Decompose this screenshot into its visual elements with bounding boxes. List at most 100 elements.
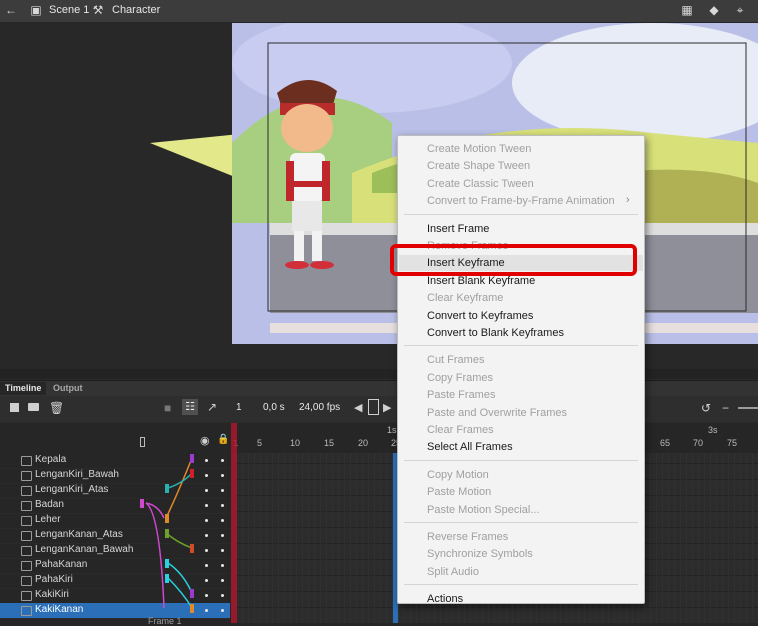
lock-toggle[interactable]	[221, 594, 224, 597]
delete-layer-icon[interactable]: 🗑	[49, 401, 64, 415]
visibility-toggle[interactable]	[205, 579, 208, 582]
loop-icon[interactable]: ↺	[701, 401, 711, 415]
visibility-toggle[interactable]	[205, 474, 208, 477]
next-frame-icon[interactable]: ▶	[383, 401, 391, 414]
layer-icon	[21, 516, 32, 526]
menu-item-paste-and-overwrite-frames: Paste and Overwrite Frames	[427, 406, 567, 419]
lock-icon[interactable]: 🔒	[217, 434, 229, 445]
layer-name: Kepala	[35, 454, 67, 465]
visibility-toggle[interactable]	[205, 549, 208, 552]
graph-icon[interactable]: ↗	[207, 400, 217, 414]
fill-icon[interactable]: ◆	[707, 3, 721, 17]
layer-name: Leher	[35, 514, 61, 525]
lock-toggle[interactable]	[221, 504, 224, 507]
new-folder-icon[interactable]	[28, 403, 39, 411]
menu-separator	[404, 522, 638, 523]
ruler-label: 70	[693, 438, 704, 448]
layer-icon	[21, 591, 32, 601]
eye-icon[interactable]: ◉	[200, 434, 210, 447]
layer-name: LenganKanan_Bawah	[35, 544, 134, 555]
menu-item-synchronize-symbols: Synchronize Symbols	[427, 548, 533, 561]
breadcrumb-symbol[interactable]: Character	[112, 4, 160, 16]
lock-toggle[interactable]	[221, 564, 224, 567]
visibility-toggle[interactable]	[205, 519, 208, 522]
layer-icon	[21, 561, 32, 571]
menu-separator	[404, 584, 638, 586]
lock-toggle[interactable]	[221, 549, 224, 552]
play-icon[interactable]	[368, 399, 379, 415]
layer-icon	[21, 501, 32, 511]
menu-item-convert-to-blank-keyframes[interactable]: Convert to Blank Keyframes	[427, 326, 564, 340]
lock-toggle[interactable]	[221, 609, 224, 612]
visibility-toggle[interactable]	[205, 534, 208, 537]
menu-item-split-audio: Split Audio	[427, 565, 479, 578]
tab-output[interactable]: Output	[48, 382, 88, 395]
menu-item-paste-motion-special: Paste Motion Special...	[427, 503, 540, 516]
menu-item-select-all-frames[interactable]: Select All Frames	[427, 440, 513, 454]
frame-footer: Frame 1	[148, 616, 182, 626]
ruler-label: 5	[257, 438, 263, 448]
symbol-icon: ⚒	[92, 3, 104, 17]
playhead[interactable]	[231, 423, 237, 623]
zoom-slider[interactable]	[738, 407, 758, 409]
layer-name: LenganKanan_Atas	[35, 529, 123, 540]
zoom-out-icon[interactable]: −	[722, 401, 729, 415]
current-frame[interactable]: 1	[236, 402, 242, 413]
layer-name: KakiKanan	[35, 604, 84, 615]
menu-item-create-motion-tween: Create Motion Tween	[427, 143, 532, 155]
outline-column-icon[interactable]	[140, 437, 145, 447]
layer-parenting-icon[interactable]: ☷	[182, 399, 198, 415]
menu-item-insert-frame[interactable]: Insert Frame	[427, 222, 489, 236]
visibility-toggle[interactable]	[205, 609, 208, 612]
insert-keyframe-highlight	[390, 244, 637, 276]
layer-icon	[21, 486, 32, 496]
camera-icon[interactable]: ■	[164, 401, 171, 415]
breadcrumb-scene[interactable]: Scene 1	[49, 4, 89, 16]
layer-name: LenganKiri_Bawah	[35, 469, 119, 480]
ruler-label: 15	[324, 438, 335, 448]
menu-item-reverse-frames: Reverse Frames	[427, 531, 509, 543]
ruler-label: 20	[358, 438, 369, 448]
visibility-toggle[interactable]	[205, 564, 208, 567]
ruler-label: 65	[660, 438, 671, 448]
layer-name: PahaKiri	[35, 574, 73, 585]
new-layer-icon[interactable]	[10, 403, 19, 412]
layer-icon	[21, 606, 32, 616]
menu-item-convert-to-frame-by-frame-animation: Convert to Frame-by-Frame Animation	[427, 195, 615, 208]
layer-icon	[21, 546, 32, 556]
layer-icon	[21, 471, 32, 481]
visibility-toggle[interactable]	[205, 489, 208, 492]
edit-bar: ← ▣ Scene 1 ⚒ Character ▦ ◆ ⌖	[0, 0, 758, 23]
layer-icon	[21, 576, 32, 586]
layer-icon	[21, 531, 32, 541]
menu-item-paste-frames: Paste Frames	[427, 389, 496, 402]
menu-item-cut-frames: Cut Frames	[427, 354, 485, 367]
lock-toggle[interactable]	[221, 519, 224, 522]
visibility-toggle[interactable]	[205, 594, 208, 597]
frame-rate[interactable]: 24,00 fps	[299, 402, 340, 413]
lock-toggle[interactable]	[221, 459, 224, 462]
lock-toggle[interactable]	[221, 474, 224, 477]
scene-clapper-icon: ▣	[30, 3, 42, 17]
menu-item-create-classic-tween: Create Classic Tween	[427, 177, 534, 190]
prev-frame-icon[interactable]: ◀	[354, 401, 362, 414]
visibility-toggle[interactable]	[205, 504, 208, 507]
tab-timeline[interactable]: Timeline	[0, 382, 47, 395]
menu-item-actions[interactable]: Actions	[427, 592, 463, 606]
ruler-label: 10	[290, 438, 301, 448]
back-arrow-icon[interactable]: ←	[4, 3, 18, 17]
elapsed-time[interactable]: 0,0 s	[263, 402, 285, 413]
layer-name: KakiKiri	[35, 589, 69, 600]
menu-item-clear-keyframe: Clear Keyframe	[427, 292, 504, 305]
menu-separator	[404, 345, 638, 347]
lock-toggle[interactable]	[221, 489, 224, 492]
menu-separator	[404, 213, 638, 215]
lock-toggle[interactable]	[221, 534, 224, 537]
menu-separator	[404, 459, 638, 461]
stage-center-icon[interactable]: ⌖	[733, 3, 747, 17]
layer-name: Badan	[35, 499, 64, 510]
edit-symbols-icon[interactable]: ▦	[680, 3, 694, 17]
lock-toggle[interactable]	[221, 579, 224, 582]
menu-item-convert-to-keyframes[interactable]: Convert to Keyframes	[427, 309, 533, 323]
visibility-toggle[interactable]	[205, 459, 208, 462]
